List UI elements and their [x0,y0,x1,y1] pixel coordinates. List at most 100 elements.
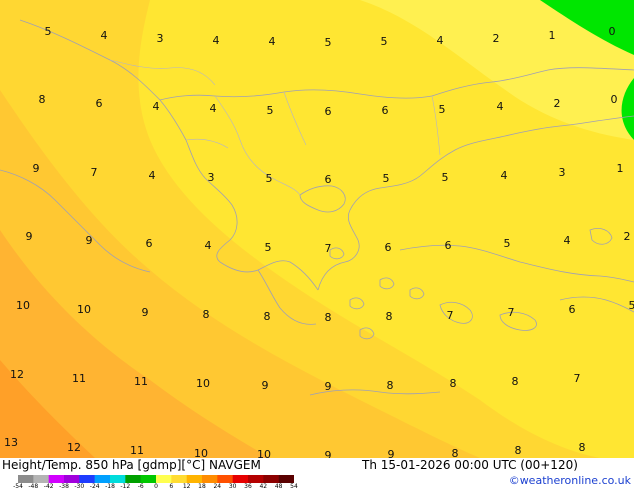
temperature-label: 4 [269,35,276,48]
colorbar-swatch [18,475,34,483]
temperature-label: 11 [130,444,144,457]
temperature-label: 4 [153,100,160,113]
temperature-label: 6 [569,303,576,316]
temperature-label: 5 [266,172,273,185]
temperature-label: 8 [579,441,586,454]
temperature-label: 1 [617,162,624,175]
temperature-label: 4 [149,169,156,182]
temperature-label: 11 [72,372,86,385]
colorbar-swatch [140,475,157,483]
temperature-label: 8 [387,379,394,392]
colorbar-tick-label: 54 [290,483,298,490]
colorbar-tick-label: -6 [137,483,144,490]
credit-link[interactable]: ©weatheronline.co.uk [509,474,631,487]
temperature-label: 4 [437,34,444,47]
temperature-label: 0 [611,93,618,106]
colorbar-swatch [64,475,80,483]
temperature-label: 4 [210,102,217,115]
colorbar-tick-label: 18 [198,483,206,490]
colorbar-labels: -54 -48 -42 -38 -30 -24 -18 -12 -6 0 6 12 18 24 30 36 42… [13,483,298,490]
temperature-label: 4 [497,100,504,113]
colorbar-tick-label: 42 [259,483,268,490]
temperature-label: 11 [134,375,148,388]
temperature-label: 6 [146,237,153,250]
map-canvas: 5 4 3 4 4 5 5 4 2 1 08 6 4 4 5 6 6 5 4 2 09 7 4 3 5 6 5 5 4 3 19 9 6 4 5 7 6… [0,0,634,458]
colorbar-swatch [232,475,249,483]
temperature-label: 9 [26,230,33,243]
colorbar-tick-label: 12 [182,483,191,490]
colorbar-swatch [278,475,294,483]
temperature-label: 4 [501,169,508,182]
temperature-label: 10 [77,303,91,316]
temperature-label: 5 [265,241,272,254]
temperature-label: 9 [86,234,93,247]
colorbar-tick-label: -24 [89,483,100,490]
colorbar-swatch [171,475,187,483]
temperature-label: 8 [203,308,210,321]
temperature-label: 4 [101,29,108,42]
temperature-label: 4 [564,234,571,247]
temperature-label: 6 [385,241,392,254]
temperature-label: 6 [96,97,103,110]
temperature-label: 5 [442,171,449,184]
colorbar-swatch [94,475,111,483]
colorbar [18,475,294,483]
colorbar-tick-label: -18 [105,483,115,490]
temperature-label: 8 [325,311,332,324]
temperature-label: 5 [45,25,52,38]
temperature-label: 7 [447,309,454,322]
temperature-label: 5 [439,103,446,116]
temperature-label: 0 [609,25,616,38]
temperature-label: 7 [508,306,515,319]
colorbar-swatch [186,475,203,483]
temperature-label: 12 [67,441,81,454]
temperature-label: 2 [493,32,500,45]
colorbar-swatch [202,475,218,483]
footer-bar: Height/Temp. 850 hPa [gdmp][°C] NAVGEM T… [0,458,634,490]
temperature-label: 1 [549,29,556,42]
temperature-label: 8 [386,310,393,323]
temperature-label: 10 [196,377,210,390]
colorbar-swatch [110,475,126,483]
temperature-label: 5 [325,36,332,49]
temperature-label: 6 [325,105,332,118]
temperature-label: 5 [267,104,274,117]
temperature-label: 2 [624,230,631,243]
temperature-label: 10 [16,299,30,312]
temperature-label: 10 [257,448,271,458]
temperature-label: 7 [325,242,332,255]
colorbar-tick-label: 48 [274,483,283,490]
colorbar-swatch [156,475,172,483]
colorbar-tick-label: -48 [28,483,39,490]
temperature-label: 4 [213,34,220,47]
valid-time: Th 15-01-2026 00:00 UTC (00+120) [362,458,578,472]
temperature-label: 6 [382,104,389,117]
colorbar-tick-label: -54 [13,483,23,490]
colorbar-swatch [217,475,233,483]
colorbar-tick-label: 24 [213,483,222,490]
colorbar-tick-label: 36 [244,483,252,490]
temperature-label: 13 [4,436,18,449]
colorbar-swatch [48,475,65,483]
temperature-map: 5434455421086445665420974356554319964576… [0,0,634,458]
temperature-label: 3 [559,166,566,179]
temperature-label: 8 [450,377,457,390]
colorbar-swatch [263,475,279,483]
temperature-label: 7 [91,166,98,179]
temperature-label: 6 [445,239,452,252]
temperature-label: 3 [208,171,215,184]
temperature-label: 9 [142,306,149,319]
temperature-label: 9 [262,379,269,392]
temperature-label: 8 [264,310,271,323]
temperature-label: 5 [383,172,390,185]
colorbar-tick-label: -30 [74,483,85,490]
temperature-label: 7 [574,372,581,385]
colorbar-tick-label: -42 [43,483,54,490]
temperature-label: 8 [39,93,46,106]
temperature-label: 2 [554,97,561,110]
temperature-label: 9 [325,380,332,393]
colorbar-tick-label: 0 [154,483,158,490]
colorbar-tick-label: -12 [120,483,131,490]
temperature-label: 10 [194,447,208,458]
temperature-label: 6 [325,173,332,186]
